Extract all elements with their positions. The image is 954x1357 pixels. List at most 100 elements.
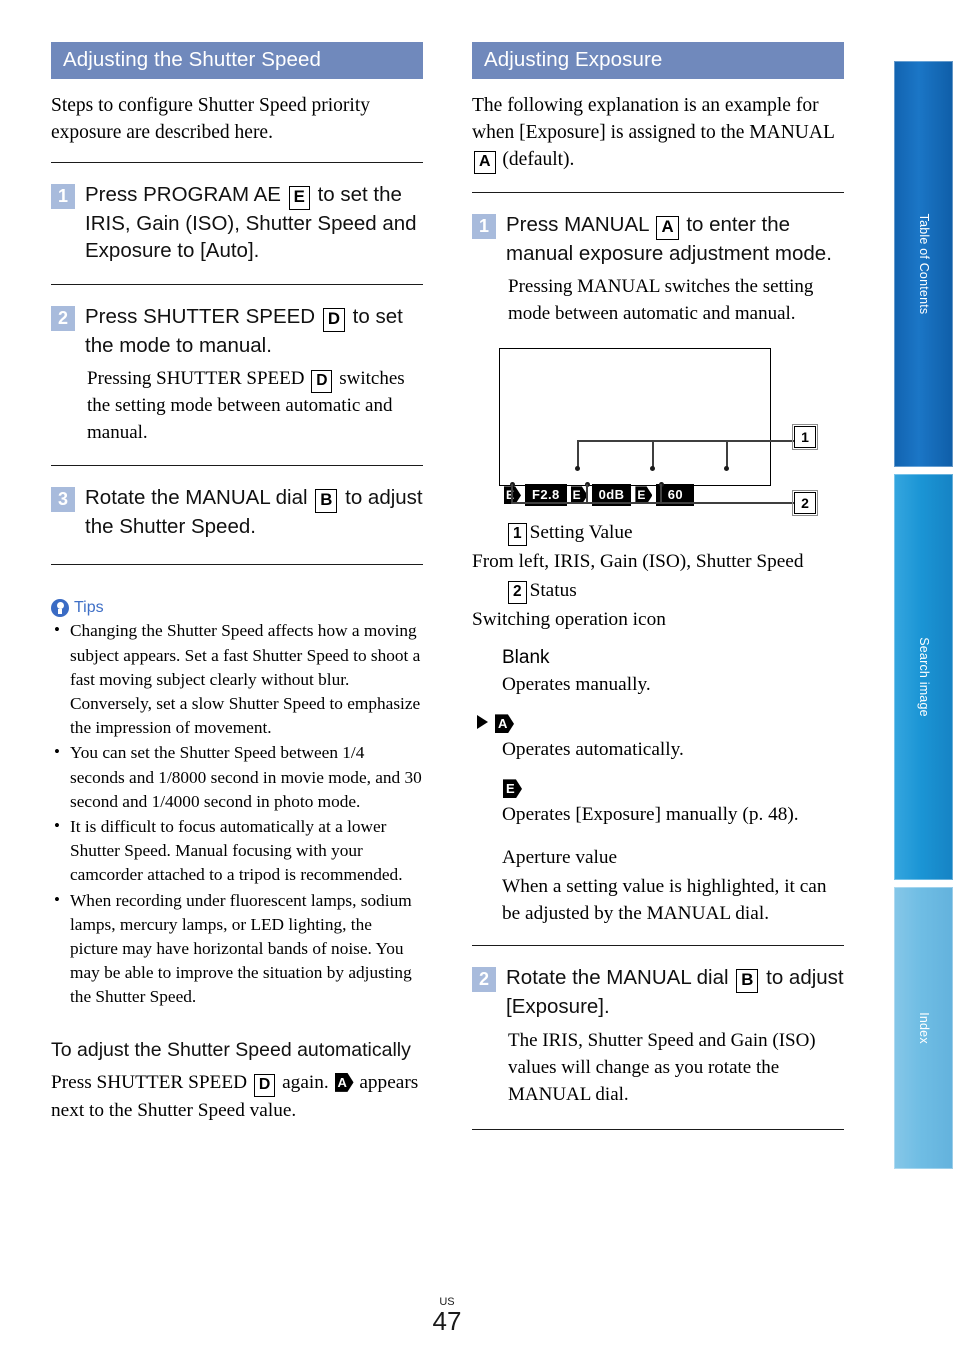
camera-display-diagram: E F2.8 E 0dB E 60 1 2 <box>472 342 844 517</box>
step-text-a: Press SHUTTER SPEED <box>85 304 316 328</box>
step-1: 1 Press PROGRAM AE E to set the IRIS, Ga… <box>51 181 423 265</box>
legend-item-2-desc: Switching operation icon <box>472 609 666 631</box>
step-1: 1 Press MANUAL A to enter the manual exp… <box>472 211 844 267</box>
step-text-a: Rotate the MANUAL dial <box>506 966 729 990</box>
divider <box>472 945 844 947</box>
aperture-desc: When a setting value is highlighted, it … <box>502 876 827 925</box>
legend-exposure-icon-row: E <box>472 779 844 799</box>
step-2-description: Pressing SHUTTER SPEED D switches the se… <box>51 366 423 447</box>
divider <box>51 564 423 566</box>
section-heading-exposure: Adjusting Exposure <box>472 42 844 79</box>
step-1-description: Pressing MANUAL switches the setting mod… <box>508 276 814 325</box>
step-2-description: The IRIS, Shutter Speed and Gain (ISO) v… <box>508 1029 816 1105</box>
step-title: Press MANUAL A to enter the manual expos… <box>506 211 844 267</box>
key-badge-e: E <box>288 186 310 210</box>
key-badge-a: A <box>474 151 496 175</box>
key-badge-d: D <box>311 370 333 393</box>
legend-label: Setting Value <box>529 522 633 544</box>
aperture-label: Aperture value <box>502 847 618 869</box>
callout-ref-1: 1 <box>508 523 527 546</box>
divider <box>472 192 844 194</box>
auto-status-icon: A <box>495 714 514 734</box>
tips-list: Changing the Shutter Speed affects how a… <box>51 618 423 1010</box>
leader-line-2-trunk <box>511 502 795 504</box>
legend-exposure-desc: Operates [Exposure] manually (p. 48). <box>502 804 799 826</box>
key-badge-b: B <box>315 489 338 513</box>
leader-line-1-trunk <box>577 440 795 442</box>
legend-blank-label: Blank <box>502 647 550 669</box>
step-body: Rotate the MANUAL dial B to adjust the S… <box>85 484 423 540</box>
callout-box-1: 1 <box>791 423 819 451</box>
tip-item: Changing the Shutter Speed affects how a… <box>51 618 423 740</box>
lightbulb-icon <box>51 599 69 618</box>
divider <box>51 465 423 467</box>
leader-line-1-b <box>652 440 654 469</box>
step-number-badge: 2 <box>51 305 75 331</box>
sub-text-a: Press SHUTTER SPEED <box>51 1071 248 1093</box>
key-badge-d: D <box>253 1073 276 1097</box>
exposure-status-icon: E <box>503 779 522 799</box>
leader-line-1-a <box>577 440 579 469</box>
divider <box>472 1128 844 1130</box>
tips-header: Tips <box>51 599 423 618</box>
step-body: Press MANUAL A to enter the manual expos… <box>506 211 844 267</box>
step-2: 2 Press SHUTTER SPEED D to set the mode … <box>51 303 423 359</box>
tab-label: Table of Contents <box>916 213 931 315</box>
legend-blank-desc: Operates manually. <box>502 674 651 696</box>
legend-auto-desc: Operates automatically. <box>502 739 684 761</box>
tip-item: When recording under fluorescent lamps, … <box>51 888 423 1010</box>
intro-paragraph: The following explanation is an example … <box>472 92 844 175</box>
key-badge-d: D <box>322 307 345 332</box>
tip-item: You can set the Shutter Speed between 1/… <box>51 740 423 814</box>
leader-line-1-c <box>726 440 728 469</box>
step-title: Rotate the MANUAL dial B to adjust [Expo… <box>506 964 844 1020</box>
step-number-badge: 2 <box>472 967 496 993</box>
key-badge-b: B <box>736 969 759 994</box>
subsection-heading: To adjust the Shutter Speed automaticall… <box>51 1038 411 1061</box>
leader-line-2-a <box>511 484 513 504</box>
subsection-paragraph: Press SHUTTER SPEED D again. A appears n… <box>51 1069 423 1124</box>
step-number-badge: 1 <box>472 214 496 240</box>
legend-label: Status <box>529 580 577 602</box>
sub-text-b: again. <box>282 1071 329 1093</box>
desc-text-a: Pressing SHUTTER SPEED <box>87 368 305 390</box>
step-number-badge: 3 <box>51 487 75 513</box>
step-3: 3 Rotate the MANUAL dial B to adjust the… <box>51 484 423 540</box>
step-text-a: Press MANUAL <box>506 213 649 237</box>
camera-screen-frame <box>499 348 771 487</box>
legend-item-2: 2 Status <box>472 577 844 604</box>
intro-text-a: The following explanation is an example … <box>472 94 835 143</box>
sidebar-tab-search-image[interactable]: Search image <box>893 473 954 881</box>
step-number-badge: 1 <box>51 184 75 210</box>
manual-page: Adjusting the Shutter Speed Steps to con… <box>0 0 954 1357</box>
triangle-marker-icon <box>477 715 488 730</box>
sidebar-tab-index[interactable]: Index <box>893 886 954 1170</box>
tab-label: Search image <box>916 637 931 717</box>
divider <box>51 283 423 285</box>
legend-item-1-desc: From left, IRIS, Gain (ISO), Shutter Spe… <box>472 551 804 573</box>
step-text-a: Press PROGRAM AE <box>85 183 281 207</box>
tips-label: Tips <box>74 599 104 617</box>
callout-box-2: 2 <box>791 489 819 517</box>
step-body: Press SHUTTER SPEED D to set the mode to… <box>85 303 423 359</box>
intro-text-b: (default). <box>502 149 575 171</box>
step-body: Rotate the MANUAL dial B to adjust [Expo… <box>506 964 844 1020</box>
page-footer: US 47 <box>0 1296 894 1336</box>
page-number: 47 <box>432 1305 462 1336</box>
side-tab-rail: Table of Contents Search image Index <box>893 60 954 1170</box>
tab-label: Index <box>916 1012 931 1044</box>
step-title: Press SHUTTER SPEED D to set the mode to… <box>85 303 423 359</box>
legend-auto-icon-row: A <box>472 714 844 734</box>
sidebar-tab-table-of-contents[interactable]: Table of Contents <box>893 60 954 468</box>
step-title: Press PROGRAM AE E to set the IRIS, Gain… <box>85 181 423 265</box>
section-heading-shutter-speed: Adjusting the Shutter Speed <box>51 42 423 79</box>
callout-ref-2: 2 <box>508 581 527 604</box>
leader-line-2-b <box>586 484 588 504</box>
step-body: Press PROGRAM AE E to set the IRIS, Gain… <box>85 181 423 265</box>
step-text-a: Rotate the MANUAL dial <box>85 486 308 510</box>
divider <box>51 162 423 164</box>
step-title: Rotate the MANUAL dial B to adjust the S… <box>85 484 423 540</box>
tip-item: It is difficult to focus automatically a… <box>51 814 423 888</box>
left-column: Adjusting the Shutter Speed Steps to con… <box>51 42 423 1124</box>
leader-line-2-c <box>660 484 662 504</box>
